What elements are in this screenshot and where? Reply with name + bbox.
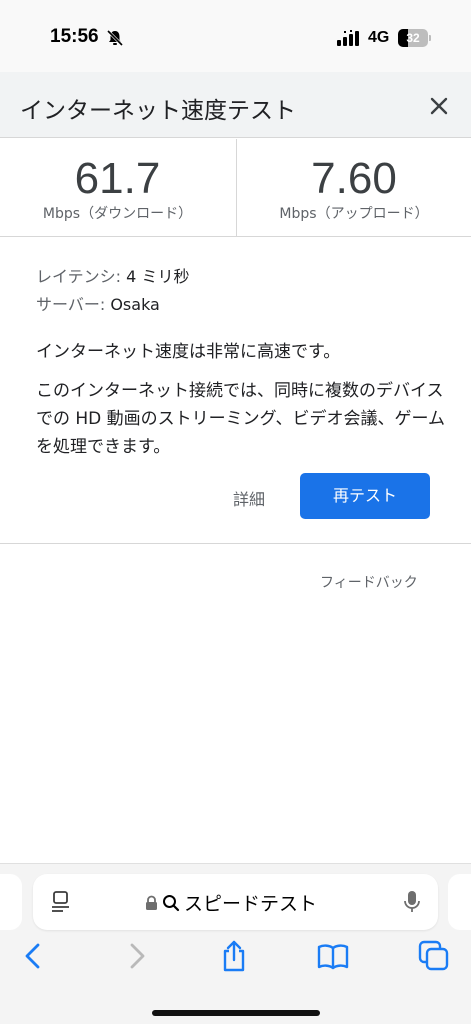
bookmarks-icon[interactable]: [317, 940, 349, 972]
speed-description: このインターネット接続では、同時に複数のデバイスでの HD 動画のストリーミング…: [36, 381, 445, 457]
details-link[interactable]: 詳細: [233, 486, 265, 510]
upload-speed-value: 7.60: [311, 154, 397, 203]
latency-label: レイテンシ:: [36, 267, 127, 286]
download-result: 61.7 Mbps（ダウンロード）: [0, 139, 235, 237]
share-icon[interactable]: [218, 940, 250, 972]
home-indicator: [152, 1010, 320, 1016]
network-type: 4G: [368, 29, 390, 46]
server-row: サーバー: Osaka: [36, 291, 160, 315]
latency-row: レイテンシ: 4 ミリ秒: [36, 263, 189, 287]
reader-icon[interactable]: [51, 891, 71, 913]
retest-button[interactable]: 再テスト: [300, 473, 430, 519]
download-speed-unit: Mbps（ダウンロード）: [42, 206, 193, 222]
speed-summary: インターネット速度は非常に高速です。: [36, 342, 341, 362]
search-icon: [163, 894, 180, 911]
signal-icon: [337, 30, 359, 46]
status-time: 15:56: [50, 26, 99, 47]
status-bar: 15:56 4G 32: [0, 0, 471, 72]
battery-cap: [429, 35, 431, 41]
result-details: レイテンシ: 4 ミリ秒 サーバー: Osaka インターネット速度は非常に高速…: [0, 238, 471, 544]
feedback-link[interactable]: フィードバック: [320, 572, 418, 592]
speed-results: 61.7 Mbps（ダウンロード） 7.60 Mbps（アップロード）: [0, 139, 471, 237]
page-title: インターネット速度テスト: [20, 98, 296, 124]
next-tab-card[interactable]: [448, 874, 471, 930]
battery-percent: 32: [406, 31, 420, 45]
lock-icon: [146, 895, 157, 910]
close-icon[interactable]: [424, 91, 454, 121]
tabs-icon[interactable]: [418, 940, 450, 972]
address-text[interactable]: スピードテスト: [145, 889, 317, 916]
forward-icon[interactable]: [120, 940, 152, 972]
server-value: Osaka: [110, 295, 160, 314]
back-icon[interactable]: [18, 940, 50, 972]
browser-toolbar: スピードテスト: [0, 863, 471, 1024]
upload-speed-unit: Mbps（アップロード）: [279, 206, 429, 222]
download-speed-value: 61.7: [74, 154, 161, 203]
mic-icon[interactable]: [403, 890, 421, 914]
bell-muted-icon: [106, 29, 124, 47]
speedtest-header: インターネット速度テスト: [0, 72, 471, 138]
upload-result: 7.60 Mbps（アップロード）: [236, 139, 471, 237]
address-bar[interactable]: スピードテスト: [33, 874, 438, 930]
latency-value: 4 ミリ秒: [126, 267, 190, 286]
previous-tab-card[interactable]: [0, 874, 22, 930]
address-label: スピードテスト: [184, 893, 318, 915]
battery-icon: 32: [398, 29, 428, 47]
server-label: サーバー:: [36, 295, 111, 314]
